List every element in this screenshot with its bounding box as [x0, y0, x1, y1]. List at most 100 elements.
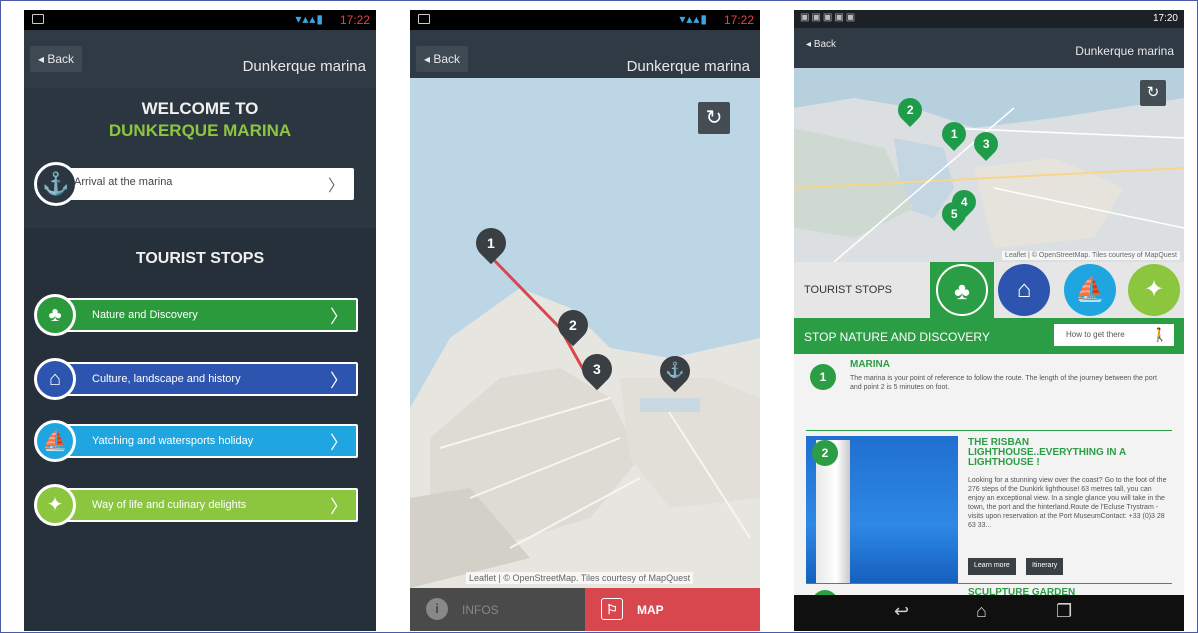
chevron-right-icon: 〉 — [327, 178, 344, 195]
learn-more-button[interactable]: Learn more — [968, 558, 1016, 575]
category-nature-tab[interactable]: ♣ — [936, 264, 988, 316]
back-button[interactable]: ◂ Back — [800, 36, 842, 53]
arrival-label: Arrival at the marina — [74, 176, 173, 188]
stop-number-badge: 1 — [810, 364, 836, 390]
section-header: STOP NATURE AND DISCOVERY How to get the… — [794, 318, 1184, 354]
pin-number: 3 — [593, 361, 601, 378]
category-yachting-tab[interactable]: ⛵ — [1064, 264, 1116, 316]
status-time: 17:20 — [1152, 13, 1178, 24]
pin-number: 2 — [569, 317, 577, 334]
map-view[interactable]: ↻ 1 2 3 ⚓ Leaflet | © OpenStreetMap. Til… — [410, 78, 760, 588]
app-title: Dunkerque marina — [1075, 44, 1174, 58]
app-title: Dunkerque marina — [626, 58, 750, 75]
map-attribution: Leaflet | © OpenStreetMap. Tiles courtes… — [466, 572, 694, 584]
category-label: Yatching and watersports holiday — [92, 435, 254, 447]
phone-welcome-screen: ▾▴▴▮ 17:22 ◂ Back Dunkerque marina WELCO… — [24, 10, 376, 631]
divider — [806, 583, 1172, 584]
notification-icon — [418, 14, 430, 24]
refresh-button[interactable]: ↻ — [1140, 80, 1166, 106]
sailboat-icon: ⛵ — [1075, 276, 1105, 303]
status-bar: ▾▴▴▮ 17:22 — [24, 10, 376, 30]
status-bar: ▾▴▴▮ 17:22 — [410, 10, 760, 30]
tab-infos[interactable]: i INFOS — [410, 588, 585, 631]
category-culture-tab[interactable]: ⌂ — [998, 264, 1050, 316]
cutlery-icon: ✦ — [34, 484, 76, 526]
signal-icons: ▾▴▴▮ — [295, 12, 324, 26]
back-label: Back — [47, 52, 75, 66]
status-time: 17:22 — [723, 13, 754, 27]
back-label: Back — [813, 39, 837, 50]
stop-description: The marina is your point of reference to… — [850, 375, 1157, 391]
marina-name: DUNKERQUE MARINA — [108, 121, 292, 140]
tree-icon: ♣ — [954, 278, 970, 305]
tourist-stops-heading: TOURIST STOPS — [135, 250, 265, 267]
android-nav-bar: ↩ ⌂ ❐ — [794, 595, 1184, 631]
sailboat-icon: ⛵ — [34, 420, 76, 462]
refresh-icon: ↻ — [705, 107, 723, 129]
arrival-button[interactable]: ⚓ Arrival at the marina 〉 — [34, 162, 354, 206]
back-nav-icon[interactable]: ↩ — [894, 601, 909, 622]
pin-number: 5 — [950, 207, 958, 221]
chevron-right-icon: 〉 — [330, 497, 348, 517]
map-view[interactable]: ↻ 2 1 3 4 5 Leaflet | © OpenStreetMap. T… — [794, 68, 1184, 262]
back-arrow-icon: ◂ — [424, 52, 434, 66]
museum-icon: ⌂ — [34, 358, 76, 400]
pin-number: 2 — [906, 103, 914, 117]
itinerary-button[interactable]: Itinerary — [1026, 558, 1064, 575]
category-label: Culture, landscape and history — [92, 373, 241, 385]
stop-title[interactable]: THE RISBAN LIGHTHOUSE..EVERYTHING IN A L… — [968, 438, 1158, 468]
back-button[interactable]: ◂ Back — [30, 46, 83, 72]
stop-title[interactable]: MARINA — [850, 360, 890, 370]
chevron-right-icon: 〉 — [330, 371, 348, 391]
stop-description: Looking for a stunning view over the coa… — [968, 477, 1167, 529]
tab-infos-label: INFOS — [462, 603, 499, 617]
map-icon: ⚐ — [601, 598, 623, 620]
signal-icons: ▾▴▴▮ — [679, 12, 708, 26]
category-selector: TOURIST STOPS ♣ ⌂ ⛵ ✦ — [794, 262, 1184, 318]
category-culture-button[interactable]: ⌂ Culture, landscape and history 〉 — [34, 358, 358, 400]
pin-number: 3 — [982, 137, 990, 151]
divider — [806, 430, 1172, 431]
section-title: STOP NATURE AND DISCOVERY — [804, 330, 990, 344]
info-icon: i — [426, 598, 448, 620]
chevron-right-icon: 〉 — [330, 433, 348, 453]
category-nature-button[interactable]: ♣ Nature and Discovery 〉 — [34, 294, 358, 336]
cutlery-icon: ✦ — [1143, 276, 1165, 303]
how-to-get-there-button[interactable]: How to get there 🚶 — [1054, 324, 1174, 346]
notification-icons: ▣▣▣▣▣ — [800, 12, 858, 23]
status-bar: ▣▣▣▣▣ 17:20 — [794, 10, 1184, 28]
back-button[interactable]: ◂ Back — [416, 46, 469, 72]
museum-icon: ⌂ — [1016, 276, 1032, 303]
refresh-icon: ↻ — [1146, 84, 1160, 101]
tab-map-label: MAP — [637, 603, 664, 617]
notification-icon — [32, 14, 44, 24]
stop-number-badge: 2 — [812, 440, 838, 466]
home-nav-icon[interactable]: ⌂ — [976, 601, 987, 622]
tab-map[interactable]: ⚐ MAP — [585, 588, 760, 631]
category-label: Way of life and culinary delights — [92, 499, 247, 511]
chevron-right-icon: 〉 — [330, 307, 348, 327]
category-label: Nature and Discovery — [92, 309, 198, 321]
welcome-heading: WELCOME TO DUNKERQUE MARINA — [24, 98, 376, 142]
app-bar: ◂ Back Dunkerque marina — [794, 28, 1184, 68]
phone-map-screen: ▾▴▴▮ 17:22 ◂ Back Dunkerque marina ↻ 1 2… — [410, 10, 760, 631]
recents-nav-icon[interactable]: ❐ — [1056, 601, 1072, 622]
welcome-line: WELCOME TO — [141, 99, 259, 118]
back-arrow-icon: ◂ — [806, 39, 814, 50]
back-arrow-icon: ◂ — [38, 52, 48, 66]
pin-number: 1 — [487, 235, 495, 252]
bottom-tab-bar: i INFOS ⚐ MAP — [410, 588, 760, 631]
category-yachting-button[interactable]: ⛵ Yatching and watersports holiday 〉 — [34, 420, 358, 462]
category-culinary-button[interactable]: ✦ Way of life and culinary delights 〉 — [34, 484, 358, 526]
back-label: Back — [433, 52, 461, 66]
status-time: 17:22 — [339, 13, 370, 27]
map-attribution: Leaflet | © OpenStreetMap. Tiles courtes… — [1002, 251, 1180, 260]
map-tiles — [794, 68, 1184, 262]
category-culinary-tab[interactable]: ✦ — [1128, 264, 1180, 316]
phone-stop-detail-screen: ▣▣▣▣▣ 17:20 ◂ Back Dunkerque marina ↻ 2 … — [794, 10, 1184, 631]
tree-icon: ♣ — [34, 294, 76, 336]
app-title: Dunkerque marina — [242, 58, 366, 75]
refresh-button[interactable]: ↻ — [698, 102, 730, 134]
tourist-stops-label: TOURIST STOPS — [804, 284, 893, 296]
walker-cyclist-icon: 🚶 — [1151, 327, 1168, 342]
